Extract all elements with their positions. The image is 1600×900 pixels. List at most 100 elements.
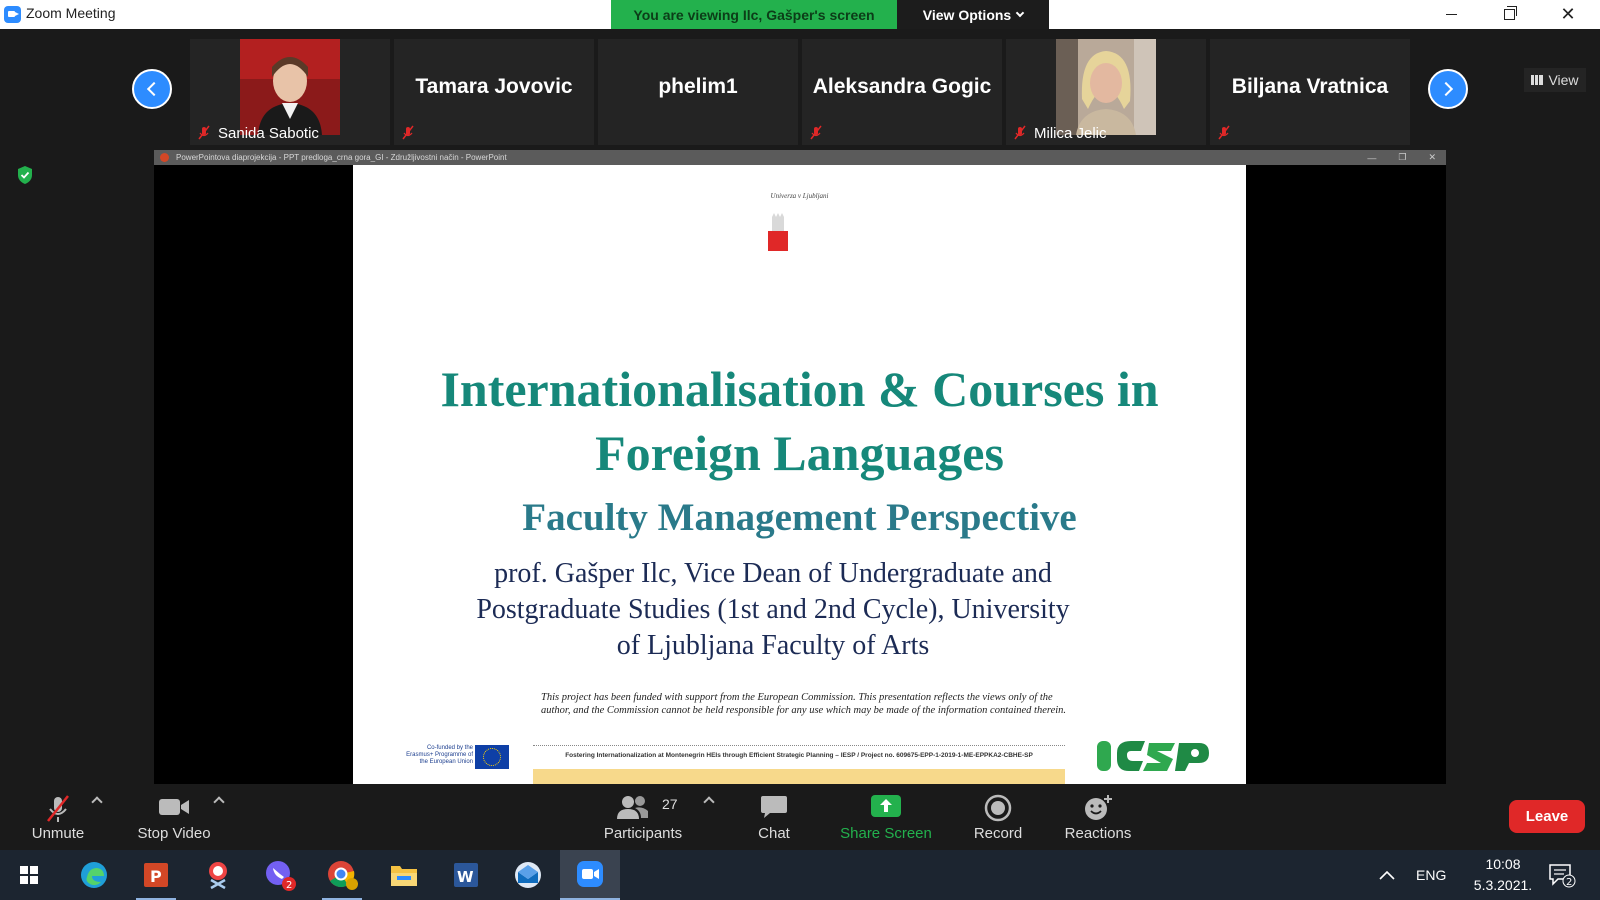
close-button[interactable]: ✕ <box>1545 0 1591 29</box>
chat-button[interactable]: Chat <box>748 784 800 850</box>
shared-screen: PowerPointova diaprojekcija - PPT predlo… <box>154 150 1446 803</box>
zoom-app-icon <box>4 6 21 23</box>
chevron-right-icon <box>1438 81 1454 97</box>
taskbar-chrome[interactable] <box>312 850 372 900</box>
reactions-button[interactable]: Reactions <box>1060 784 1136 850</box>
input-language[interactable]: ENG <box>1416 867 1446 883</box>
taskbar-outlook[interactable] <box>498 850 558 900</box>
view-label: View <box>1548 72 1579 88</box>
svg-text:W: W <box>457 868 474 886</box>
word-icon: W <box>454 863 478 887</box>
eu-cofunded-label: Co-funded by the Erasmus+ Programme of t… <box>406 745 473 765</box>
record-button[interactable]: Record <box>968 784 1028 850</box>
taskbar-powerpoint[interactable]: P <box>126 850 186 900</box>
viewing-banner: You are viewing Ilc, Gašper's screen <box>611 0 897 29</box>
folder-icon <box>391 866 417 886</box>
participant-name: Milica Jelic <box>1034 125 1107 142</box>
participant-tile[interactable]: Aleksandra Gogic <box>802 39 1002 145</box>
author-line: Postgraduate Studies (1st and 2nd Cycle)… <box>476 594 1070 625</box>
share-screen-button[interactable]: Share Screen <box>838 784 934 850</box>
muted-mic-icon <box>198 125 210 140</box>
clock-time[interactable]: 10:08 <box>1468 856 1538 872</box>
muted-mic-icon <box>810 125 822 140</box>
taskbar-viber[interactable]: 2 <box>250 850 310 900</box>
author-line: prof. Gašper Ilc, Vice Dean of Undergrad… <box>494 558 1052 589</box>
participant-name: phelim1 <box>658 75 738 98</box>
leave-button[interactable]: Leave <box>1509 800 1585 833</box>
taskbar-word[interactable]: W <box>436 850 496 900</box>
viber-badge: 2 <box>286 880 292 891</box>
chat-icon <box>761 796 787 818</box>
video-camera-icon <box>159 799 189 815</box>
participant-name: Biljana Vratnica <box>1231 75 1389 98</box>
restore-icon <box>1503 6 1517 20</box>
participant-tile[interactable]: Biljana Vratnica <box>1210 39 1410 145</box>
window-title: Zoom Meeting <box>26 5 116 21</box>
unmute-button[interactable]: Unmute <box>22 784 94 850</box>
participant-count: 27 <box>662 796 678 812</box>
window-titlebar: Zoom Meeting You are viewing Ilc, Gašper… <box>0 0 1600 29</box>
taskbar-edge[interactable] <box>64 850 124 900</box>
powerpoint-titlebar: PowerPointova diaprojekcija - PPT predlo… <box>154 150 1446 165</box>
taskbar-snipping-tool[interactable] <box>188 850 248 900</box>
chat-label: Chat <box>758 825 790 842</box>
video-options-caret[interactable] <box>213 796 225 808</box>
participant-tile[interactable]: Sanida Sabotic <box>190 39 390 145</box>
participants-options-caret[interactable] <box>703 796 715 808</box>
slide-subtitle: Faculty Management Perspective <box>522 496 1077 539</box>
previous-page-button[interactable] <box>132 69 172 109</box>
eu-flag-icon <box>475 745 509 769</box>
slide-title-line: Internationalisation & Courses in <box>440 361 1159 417</box>
share-screen-icon <box>871 795 901 817</box>
powerpoint-window-controls: — ❐ ✕ <box>1367 152 1436 163</box>
zoom-icon <box>577 861 603 887</box>
notification-count: 2 <box>1566 877 1572 888</box>
viber-icon: 2 <box>266 861 296 891</box>
mail-icon <box>515 862 541 888</box>
record-label: Record <box>973 825 1023 842</box>
minimize-icon <box>1445 14 1457 15</box>
participant-tile[interactable]: Milica Jelic <box>1006 39 1206 145</box>
muted-mic-icon <box>1014 125 1026 140</box>
share-screen-label: Share Screen <box>840 825 932 842</box>
university-logo-icon <box>768 213 788 251</box>
slide-title-line: Foreign Languages <box>595 425 1004 481</box>
clock-date[interactable]: 5.3.2021. <box>1462 877 1544 893</box>
show-hidden-icons-chevron-up-icon[interactable] <box>1378 869 1396 881</box>
notification-center-icon[interactable]: 2 <box>1548 862 1576 888</box>
stop-video-label: Stop Video <box>137 825 211 842</box>
restore-button[interactable] <box>1486 0 1532 29</box>
taskbar-file-explorer[interactable] <box>374 850 434 900</box>
participants-button[interactable]: Participants <box>600 784 686 850</box>
svg-text:P: P <box>150 867 162 886</box>
powerpoint-window-title: PowerPointova diaprojekcija - PPT predlo… <box>176 153 507 162</box>
taskbar-zoom[interactable] <box>560 850 620 900</box>
view-options-button[interactable]: View Options <box>897 0 1049 29</box>
minimize-button[interactable] <box>1428 0 1474 29</box>
footer-divider <box>533 745 1065 746</box>
author-line: of Ljubljana Faculty of Arts <box>616 630 930 661</box>
slide-author: prof. Gašper Ilc, Vice Dean of Undergrad… <box>453 556 1093 664</box>
start-button[interactable] <box>0 850 58 900</box>
participant-tile[interactable]: phelim1 <box>598 39 798 145</box>
stop-video-button[interactable]: Stop Video <box>134 784 214 850</box>
windows-logo-icon <box>20 866 38 884</box>
footer-bar <box>533 769 1065 784</box>
record-icon <box>984 794 1012 822</box>
unmute-label: Unmute <box>31 825 85 842</box>
view-button[interactable]: View <box>1524 68 1586 92</box>
participant-name: Sanida Sabotic <box>218 125 319 142</box>
participants-icon <box>617 796 648 819</box>
encryption-shield-icon[interactable] <box>16 165 34 185</box>
powerpoint-icon <box>160 153 169 162</box>
participant-name: Aleksandra Gogic <box>812 75 992 98</box>
participant-tile[interactable]: Tamara Jovovic <box>394 39 594 145</box>
presentation-slide: Univerza v Ljubljani Internationalisatio… <box>353 165 1246 784</box>
participant-video <box>240 39 340 135</box>
chevron-down-icon <box>1015 8 1025 17</box>
project-footer: Fostering Internationalization at Monten… <box>565 752 1033 759</box>
next-page-button[interactable] <box>1428 69 1468 109</box>
participant-name: Tamara Jovovic <box>415 75 573 98</box>
participant-strip: Sanida Sabotic Tamara Jovovic phelim1 Al… <box>0 29 1600 147</box>
meeting-toolbar: Unmute Stop Video Participants 27 Chat S… <box>0 784 1600 850</box>
